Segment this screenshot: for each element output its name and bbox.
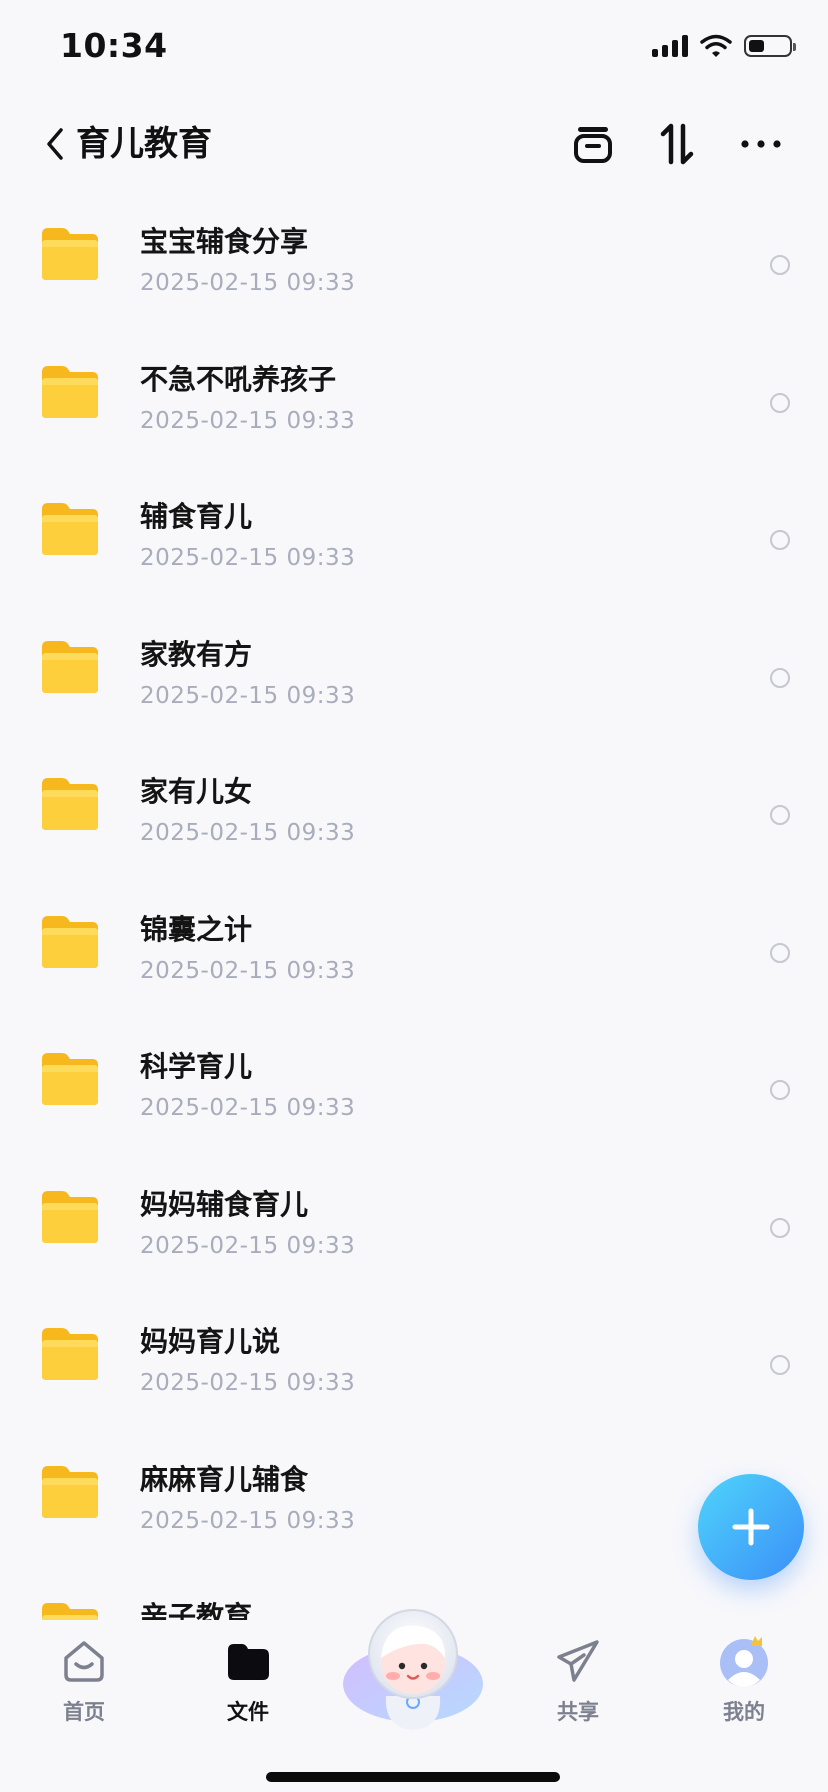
cellular-signal-icon <box>652 35 688 57</box>
select-checkbox[interactable] <box>770 1080 790 1100</box>
folder-icon <box>42 1190 98 1243</box>
file-date: 2025-02-15 09:33 <box>140 270 356 296</box>
select-checkbox[interactable] <box>770 805 790 825</box>
file-date: 2025-02-15 09:33 <box>140 407 356 434</box>
select-checkbox[interactable] <box>770 255 790 275</box>
home-indicator <box>266 1772 560 1782</box>
more-button[interactable] <box>733 116 789 172</box>
file-date: 2025-02-15 09:33 <box>140 820 356 846</box>
file-date: 2025-02-15 09:33 <box>140 1370 356 1396</box>
tab-home[interactable]: 首页 <box>24 1634 144 1744</box>
back-button[interactable] <box>44 114 78 174</box>
folder-icon <box>42 228 98 280</box>
tab-label: 共享 <box>557 1700 599 1724</box>
archive-icon <box>574 127 612 163</box>
tab-label: 文件 <box>227 1700 269 1724</box>
select-checkbox[interactable] <box>770 392 790 413</box>
wifi-icon <box>700 34 732 57</box>
file-name: 妈妈辅食育儿 <box>140 1187 309 1221</box>
archive-button[interactable] <box>565 116 621 172</box>
mascot-icon <box>343 1609 483 1730</box>
avatar-icon <box>720 1636 768 1687</box>
assistant-mascot-button[interactable] <box>338 1592 488 1732</box>
folder-icon <box>42 1465 98 1518</box>
file-date: 2025-02-15 09:33 <box>140 682 356 709</box>
file-row[interactable]: 宝宝辅食分享 2025-02-15 09:33 <box>0 192 828 330</box>
file-name: 辅食育儿 <box>140 500 253 533</box>
file-list: 宝宝辅食分享 2025-02-15 09:33 不急不吼养孩子 2025-02-… <box>0 192 828 1620</box>
file-row[interactable]: 妈妈育儿说 2025-02-15 09:33 <box>0 1292 828 1430</box>
file-name: 家教有方 <box>140 637 253 671</box>
tab-share[interactable]: 共享 <box>518 1634 638 1744</box>
sort-icon <box>660 123 694 165</box>
file-row[interactable]: 科学育儿 2025-02-15 09:33 <box>0 1017 828 1155</box>
folder-icon <box>228 1644 269 1680</box>
folder-icon <box>42 503 98 555</box>
tab-label: 首页 <box>63 1700 105 1724</box>
select-checkbox[interactable] <box>770 530 790 550</box>
add-button[interactable] <box>698 1474 804 1580</box>
file-date: 2025-02-15 09:33 <box>140 1507 356 1534</box>
tab-mine[interactable]: 我的 <box>684 1634 804 1744</box>
select-checkbox[interactable] <box>770 1355 790 1375</box>
folder-icon <box>42 640 98 693</box>
folder-icon <box>42 778 98 830</box>
page-title: 育儿教育 <box>76 124 212 164</box>
tab-bar: 首页 文件 共享 我的 <box>0 1609 828 1792</box>
plus-icon <box>732 1508 770 1546</box>
file-name: 家有儿女 <box>140 775 253 808</box>
folder-icon <box>42 1053 98 1105</box>
status-bar: 10:34 <box>0 0 828 96</box>
file-row[interactable]: 不急不吼养孩子 2025-02-15 09:33 <box>0 330 828 468</box>
file-name: 科学育儿 <box>140 1050 253 1083</box>
file-row[interactable]: 锦囊之计 2025-02-15 09:33 <box>0 880 828 1018</box>
folder-icon <box>42 365 98 418</box>
file-name: 麻麻育儿辅食 <box>140 1462 309 1496</box>
file-name: 亲子教育 <box>140 1600 253 1620</box>
nav-bar: 育儿教育 <box>0 96 828 192</box>
file-date: 2025-02-15 09:33 <box>140 1095 356 1121</box>
sort-button[interactable] <box>649 116 705 172</box>
more-icon <box>741 140 781 148</box>
tab-files[interactable]: 文件 <box>188 1634 308 1744</box>
file-name: 锦囊之计 <box>140 912 253 946</box>
file-row[interactable]: 家教有方 2025-02-15 09:33 <box>0 605 828 743</box>
file-row[interactable]: 妈妈辅食育儿 2025-02-15 09:33 <box>0 1155 828 1293</box>
file-name: 宝宝辅食分享 <box>140 225 309 258</box>
send-icon <box>557 1640 599 1682</box>
folder-icon <box>42 1603 98 1620</box>
battery-level <box>749 40 764 52</box>
file-date: 2025-02-15 09:33 <box>140 1232 356 1259</box>
folder-icon <box>42 915 98 968</box>
home-icon <box>64 1641 104 1682</box>
folder-icon <box>42 1328 98 1380</box>
battery-icon <box>744 35 796 57</box>
file-date: 2025-02-15 09:33 <box>140 957 356 984</box>
file-name: 不急不吼养孩子 <box>140 362 337 396</box>
file-date: 2025-02-15 09:33 <box>140 545 356 571</box>
select-checkbox[interactable] <box>770 667 790 688</box>
select-checkbox[interactable] <box>770 942 790 963</box>
file-name: 妈妈育儿说 <box>140 1325 281 1358</box>
chevron-left-icon <box>47 128 63 160</box>
status-time: 10:34 <box>60 26 168 65</box>
file-row[interactable]: 家有儿女 2025-02-15 09:33 <box>0 742 828 880</box>
file-row[interactable]: 辅食育儿 2025-02-15 09:33 <box>0 467 828 605</box>
tab-label: 我的 <box>723 1700 765 1724</box>
status-icons <box>652 34 796 58</box>
select-checkbox[interactable] <box>770 1217 790 1238</box>
